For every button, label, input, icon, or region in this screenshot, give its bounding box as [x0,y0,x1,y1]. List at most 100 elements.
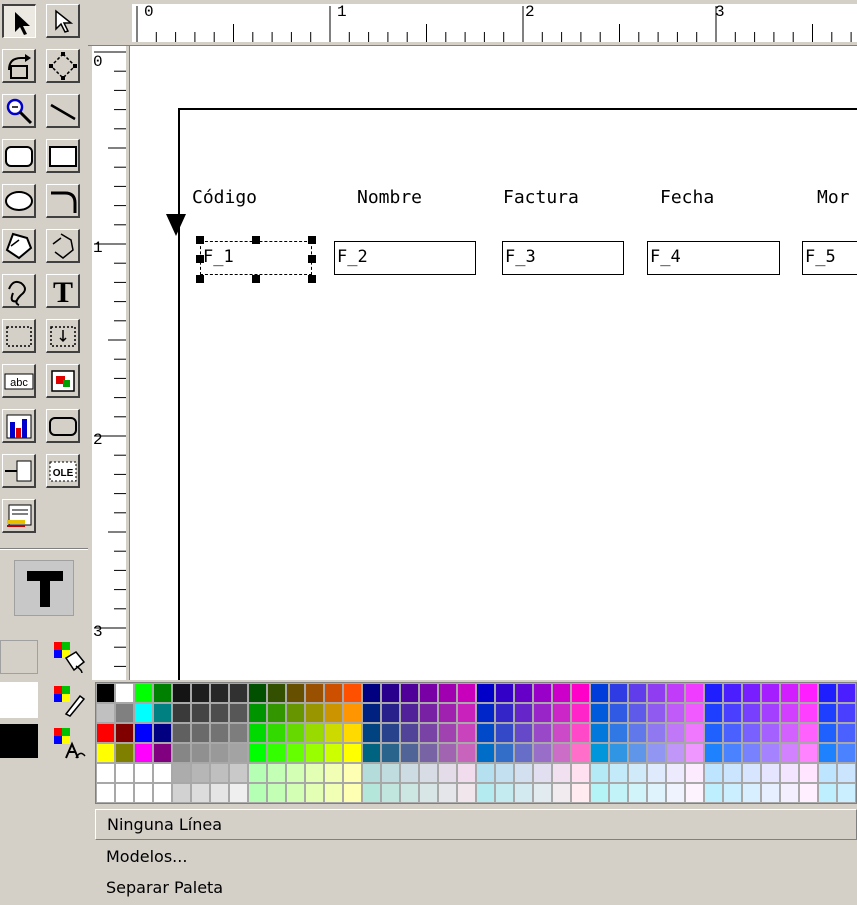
color-cell[interactable] [115,683,134,703]
color-cell[interactable] [229,783,248,803]
color-cell[interactable] [400,763,419,783]
color-cell[interactable] [438,763,457,783]
color-cell[interactable] [514,783,533,803]
color-cell[interactable] [343,723,362,743]
text-tool[interactable]: T [46,274,80,308]
color-cell[interactable] [685,723,704,743]
color-cell[interactable] [324,723,343,743]
color-cell[interactable] [704,743,723,763]
color-cell[interactable] [761,703,780,723]
color-cell[interactable] [153,683,172,703]
color-cell[interactable] [191,783,210,803]
color-cell[interactable] [457,743,476,763]
color-cell[interactable] [210,763,229,783]
color-cell[interactable] [495,723,514,743]
color-cell[interactable] [381,683,400,703]
color-cell[interactable] [438,703,457,723]
magnify-tool[interactable] [2,94,36,128]
color-cell[interactable] [343,763,362,783]
frame-select-tool[interactable] [46,4,80,38]
color-cell[interactable] [248,723,267,743]
color-cell[interactable] [400,743,419,763]
color-cell[interactable] [210,743,229,763]
color-cell[interactable] [533,763,552,783]
field-f5[interactable]: F_5 [802,241,857,275]
color-cell[interactable] [476,783,495,803]
freehand-tool[interactable] [2,274,36,308]
color-cell[interactable] [742,743,761,763]
color-cell[interactable] [115,783,134,803]
color-cell[interactable] [799,763,818,783]
color-cell[interactable] [210,703,229,723]
current-text-style-icon[interactable] [14,560,74,616]
color-cell[interactable] [362,723,381,743]
color-cell[interactable] [324,783,343,803]
color-cell[interactable] [115,763,134,783]
color-cell[interactable] [457,683,476,703]
color-cell[interactable] [761,783,780,803]
color-cell[interactable] [495,783,514,803]
color-cell[interactable] [229,683,248,703]
color-cell[interactable] [381,723,400,743]
field-tool[interactable]: abc [2,364,36,398]
resize-handle-se[interactable] [308,275,316,283]
color-cell[interactable] [476,763,495,783]
color-cell[interactable] [210,683,229,703]
resize-handle-n[interactable] [252,236,260,244]
color-cell[interactable] [514,723,533,743]
color-cell[interactable] [761,743,780,763]
color-cell[interactable] [172,763,191,783]
color-cell[interactable] [571,763,590,783]
color-cell[interactable] [248,683,267,703]
text-color-button[interactable] [52,726,86,760]
color-cell[interactable] [305,763,324,783]
color-cell[interactable] [761,763,780,783]
color-cell[interactable] [96,783,115,803]
color-cell[interactable] [533,703,552,723]
color-cell[interactable] [172,683,191,703]
color-cell[interactable] [96,743,115,763]
color-cell[interactable] [552,743,571,763]
color-cell[interactable] [267,783,286,803]
color-cell[interactable] [172,743,191,763]
color-cell[interactable] [685,783,704,803]
button-tool[interactable] [46,409,80,443]
color-cell[interactable] [229,743,248,763]
color-cell[interactable] [666,703,685,723]
resize-handle-w[interactable] [196,255,204,263]
color-cell[interactable] [267,763,286,783]
color-cell[interactable] [96,763,115,783]
color-cell[interactable] [115,723,134,743]
arc-tool[interactable] [46,184,80,218]
color-cell[interactable] [267,683,286,703]
no-line-option[interactable]: Ninguna Línea [95,809,857,840]
color-cell[interactable] [495,743,514,763]
color-cell[interactable] [799,783,818,803]
color-cell[interactable] [666,763,685,783]
color-cell[interactable] [590,743,609,763]
color-cell[interactable] [552,763,571,783]
color-cell[interactable] [305,723,324,743]
color-cell[interactable] [723,783,742,803]
color-cell[interactable] [514,743,533,763]
report-block-tool[interactable] [2,499,36,533]
color-cell[interactable] [438,743,457,763]
color-cell[interactable] [533,683,552,703]
color-cell[interactable] [248,743,267,763]
color-cell[interactable] [476,723,495,743]
column-label-codigo[interactable]: Código [192,188,257,208]
color-cell[interactable] [666,783,685,803]
color-cell[interactable] [609,763,628,783]
color-cell[interactable] [286,763,305,783]
color-cell[interactable] [552,683,571,703]
color-cell[interactable] [837,763,856,783]
color-cell[interactable] [552,783,571,803]
color-cell[interactable] [324,703,343,723]
line-tool[interactable] [46,94,80,128]
color-cell[interactable] [248,783,267,803]
color-cell[interactable] [666,683,685,703]
pointer-tool[interactable] [2,4,36,38]
color-cell[interactable] [381,743,400,763]
color-cell[interactable] [419,703,438,723]
color-cell[interactable] [438,683,457,703]
